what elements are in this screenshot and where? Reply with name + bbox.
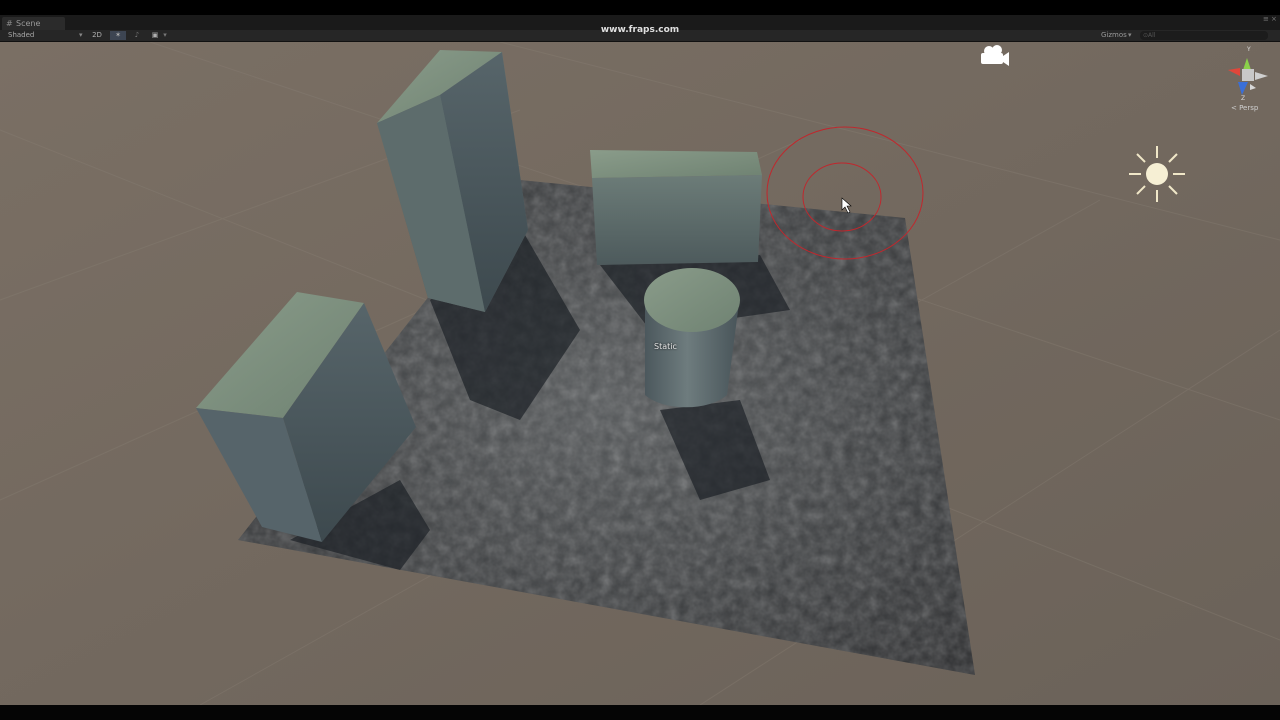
fraps-watermark: www.fraps.com xyxy=(600,25,680,35)
wide-box[interactable] xyxy=(590,150,762,265)
scene-viewport[interactable] xyxy=(0,42,1280,705)
chevron-down-icon: ▾ xyxy=(79,31,83,39)
shading-mode-dropdown[interactable]: Shaded xyxy=(8,30,34,41)
tab-scene[interactable]: # Scene xyxy=(2,17,65,30)
scene-icon: # xyxy=(6,19,13,28)
letterbox-top xyxy=(0,0,1280,15)
search-input[interactable]: ⊙All xyxy=(1140,31,1268,40)
audio-icon[interactable]: ♪ xyxy=(130,31,144,40)
directional-light-icon[interactable] xyxy=(1129,146,1185,202)
effects-chevron-icon: ▾ xyxy=(163,31,167,39)
gizmo-z-label: Z xyxy=(1241,95,1246,102)
letterbox-bottom xyxy=(0,705,1280,720)
window-menu-icon[interactable]: ≡ xyxy=(1263,16,1269,23)
static-cylinder[interactable] xyxy=(644,268,740,408)
object-static-label: Static xyxy=(654,342,677,351)
tab-scene-label: Scene xyxy=(16,19,41,28)
gizmo-y-label: Y xyxy=(1247,46,1251,53)
2d-mode-button[interactable]: 2D xyxy=(88,31,106,40)
image-effects-icon[interactable]: ▣ xyxy=(148,31,162,40)
gizmos-chevron-icon: ▾ xyxy=(1128,31,1132,39)
sun-toggle-icon[interactable]: ✶ xyxy=(110,31,126,40)
gizmos-dropdown[interactable]: Gizmos xyxy=(1101,30,1127,41)
projection-toggle[interactable]: < Persp xyxy=(1231,104,1258,112)
window-close-icon[interactable]: × xyxy=(1271,16,1277,23)
